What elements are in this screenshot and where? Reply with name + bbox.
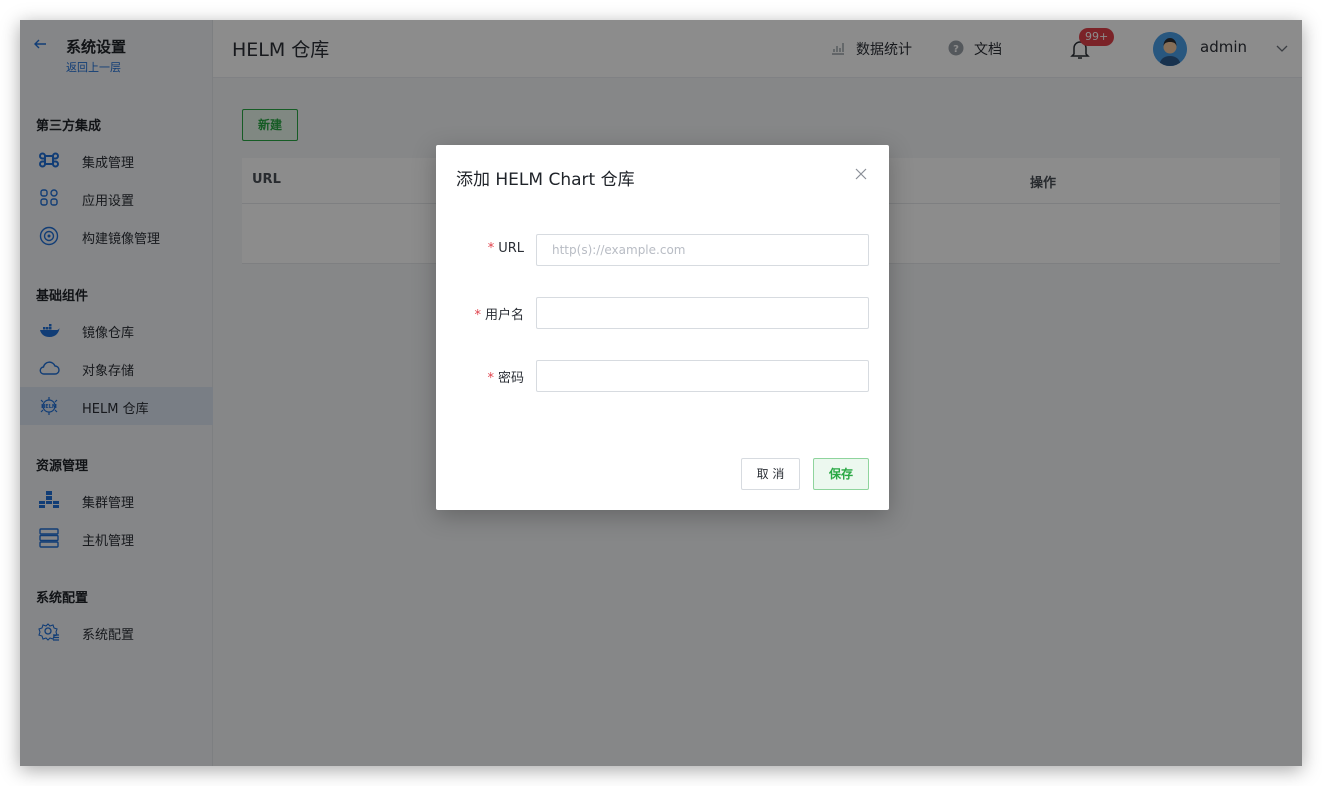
required-mark: * — [487, 241, 495, 256]
url-input[interactable] — [536, 234, 869, 266]
username-label-text: 用户名 — [484, 308, 524, 323]
password-input[interactable] — [536, 360, 869, 392]
password-label: * 密码 — [487, 367, 524, 386]
save-button[interactable]: 保存 — [813, 458, 869, 490]
url-label: * URL — [488, 241, 524, 256]
username-input[interactable] — [536, 297, 869, 329]
password-label-text: 密码 — [497, 371, 524, 386]
username-field-row: * 用户名 — [436, 297, 889, 329]
add-helm-repo-dialog: 添加 HELM Chart 仓库 *URL *用户名 *密码 取 消 保存 — [436, 145, 889, 510]
url-label-text: URL — [498, 241, 524, 256]
required-mark: * — [487, 371, 494, 386]
cancel-button[interactable]: 取 消 — [741, 458, 800, 490]
username-label: * 用户名 — [474, 304, 524, 323]
required-mark: * — [474, 308, 481, 323]
url-field-row: * URL — [436, 234, 889, 266]
dialog-title: 添加 HELM Chart 仓库 — [456, 170, 635, 190]
close-icon[interactable] — [854, 167, 868, 181]
password-field-row: * 密码 — [436, 360, 889, 392]
app-window: 系统设置 返回上一层 第三方集成 集成管理 应用设置 构建镜像管理 基础组件 镜… — [20, 20, 1302, 766]
